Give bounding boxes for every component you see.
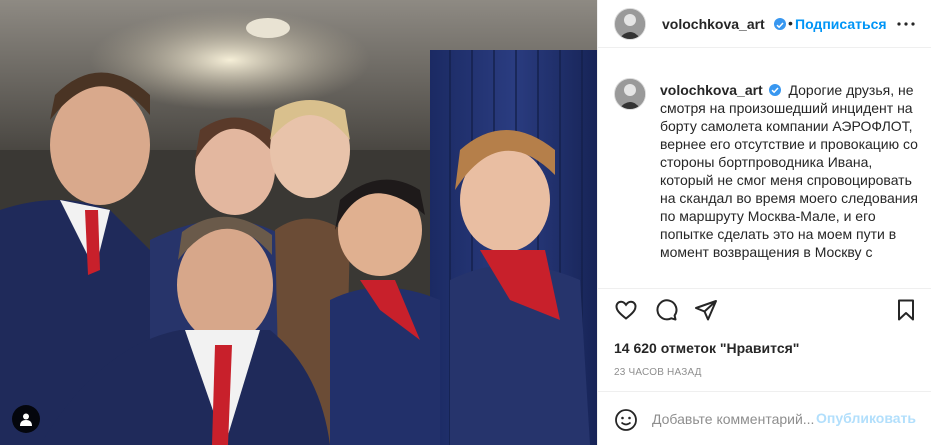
header-username[interactable]: volochkova_art <box>662 16 765 32</box>
emoji-icon[interactable] <box>614 408 638 432</box>
caption-section: volochkova_art Дорогие друзья, не смотря… <box>598 60 931 288</box>
user-tag-icon[interactable] <box>12 405 40 433</box>
post-photo[interactable] <box>0 0 597 445</box>
photo-illustration <box>0 0 597 445</box>
comment-icon[interactable] <box>654 298 678 322</box>
verified-badge-icon <box>774 18 786 30</box>
post-sidebar: volochkova_art • Подписаться volochkova_… <box>597 0 931 445</box>
caption-text: Дорогие друзья, не смотря на произошедши… <box>660 82 918 260</box>
verified-badge-icon <box>768 84 781 96</box>
publish-button[interactable]: Опубликовать <box>816 410 916 426</box>
caption-avatar[interactable] <box>614 78 646 110</box>
more-options-icon[interactable] <box>896 14 916 34</box>
comment-bar: Опубликовать <box>598 391 931 445</box>
caption-username[interactable]: volochkova_art <box>660 82 763 98</box>
post-timestamp[interactable]: 23 часов назад <box>614 367 702 378</box>
likes-count[interactable]: 14 620 отметок "Нравится" <box>614 340 799 356</box>
follow-button[interactable]: Подписаться <box>795 16 887 32</box>
share-icon[interactable] <box>694 298 718 322</box>
heart-icon[interactable] <box>614 298 638 322</box>
post-header: volochkova_art • Подписаться <box>598 0 931 48</box>
action-bar: 14 620 отметок "Нравится" 23 часов назад… <box>598 288 931 444</box>
avatar[interactable] <box>614 8 646 40</box>
bookmark-icon[interactable] <box>894 298 918 322</box>
caption: volochkova_art Дорогие друзья, не смотря… <box>660 81 918 261</box>
separator: • <box>788 15 793 31</box>
